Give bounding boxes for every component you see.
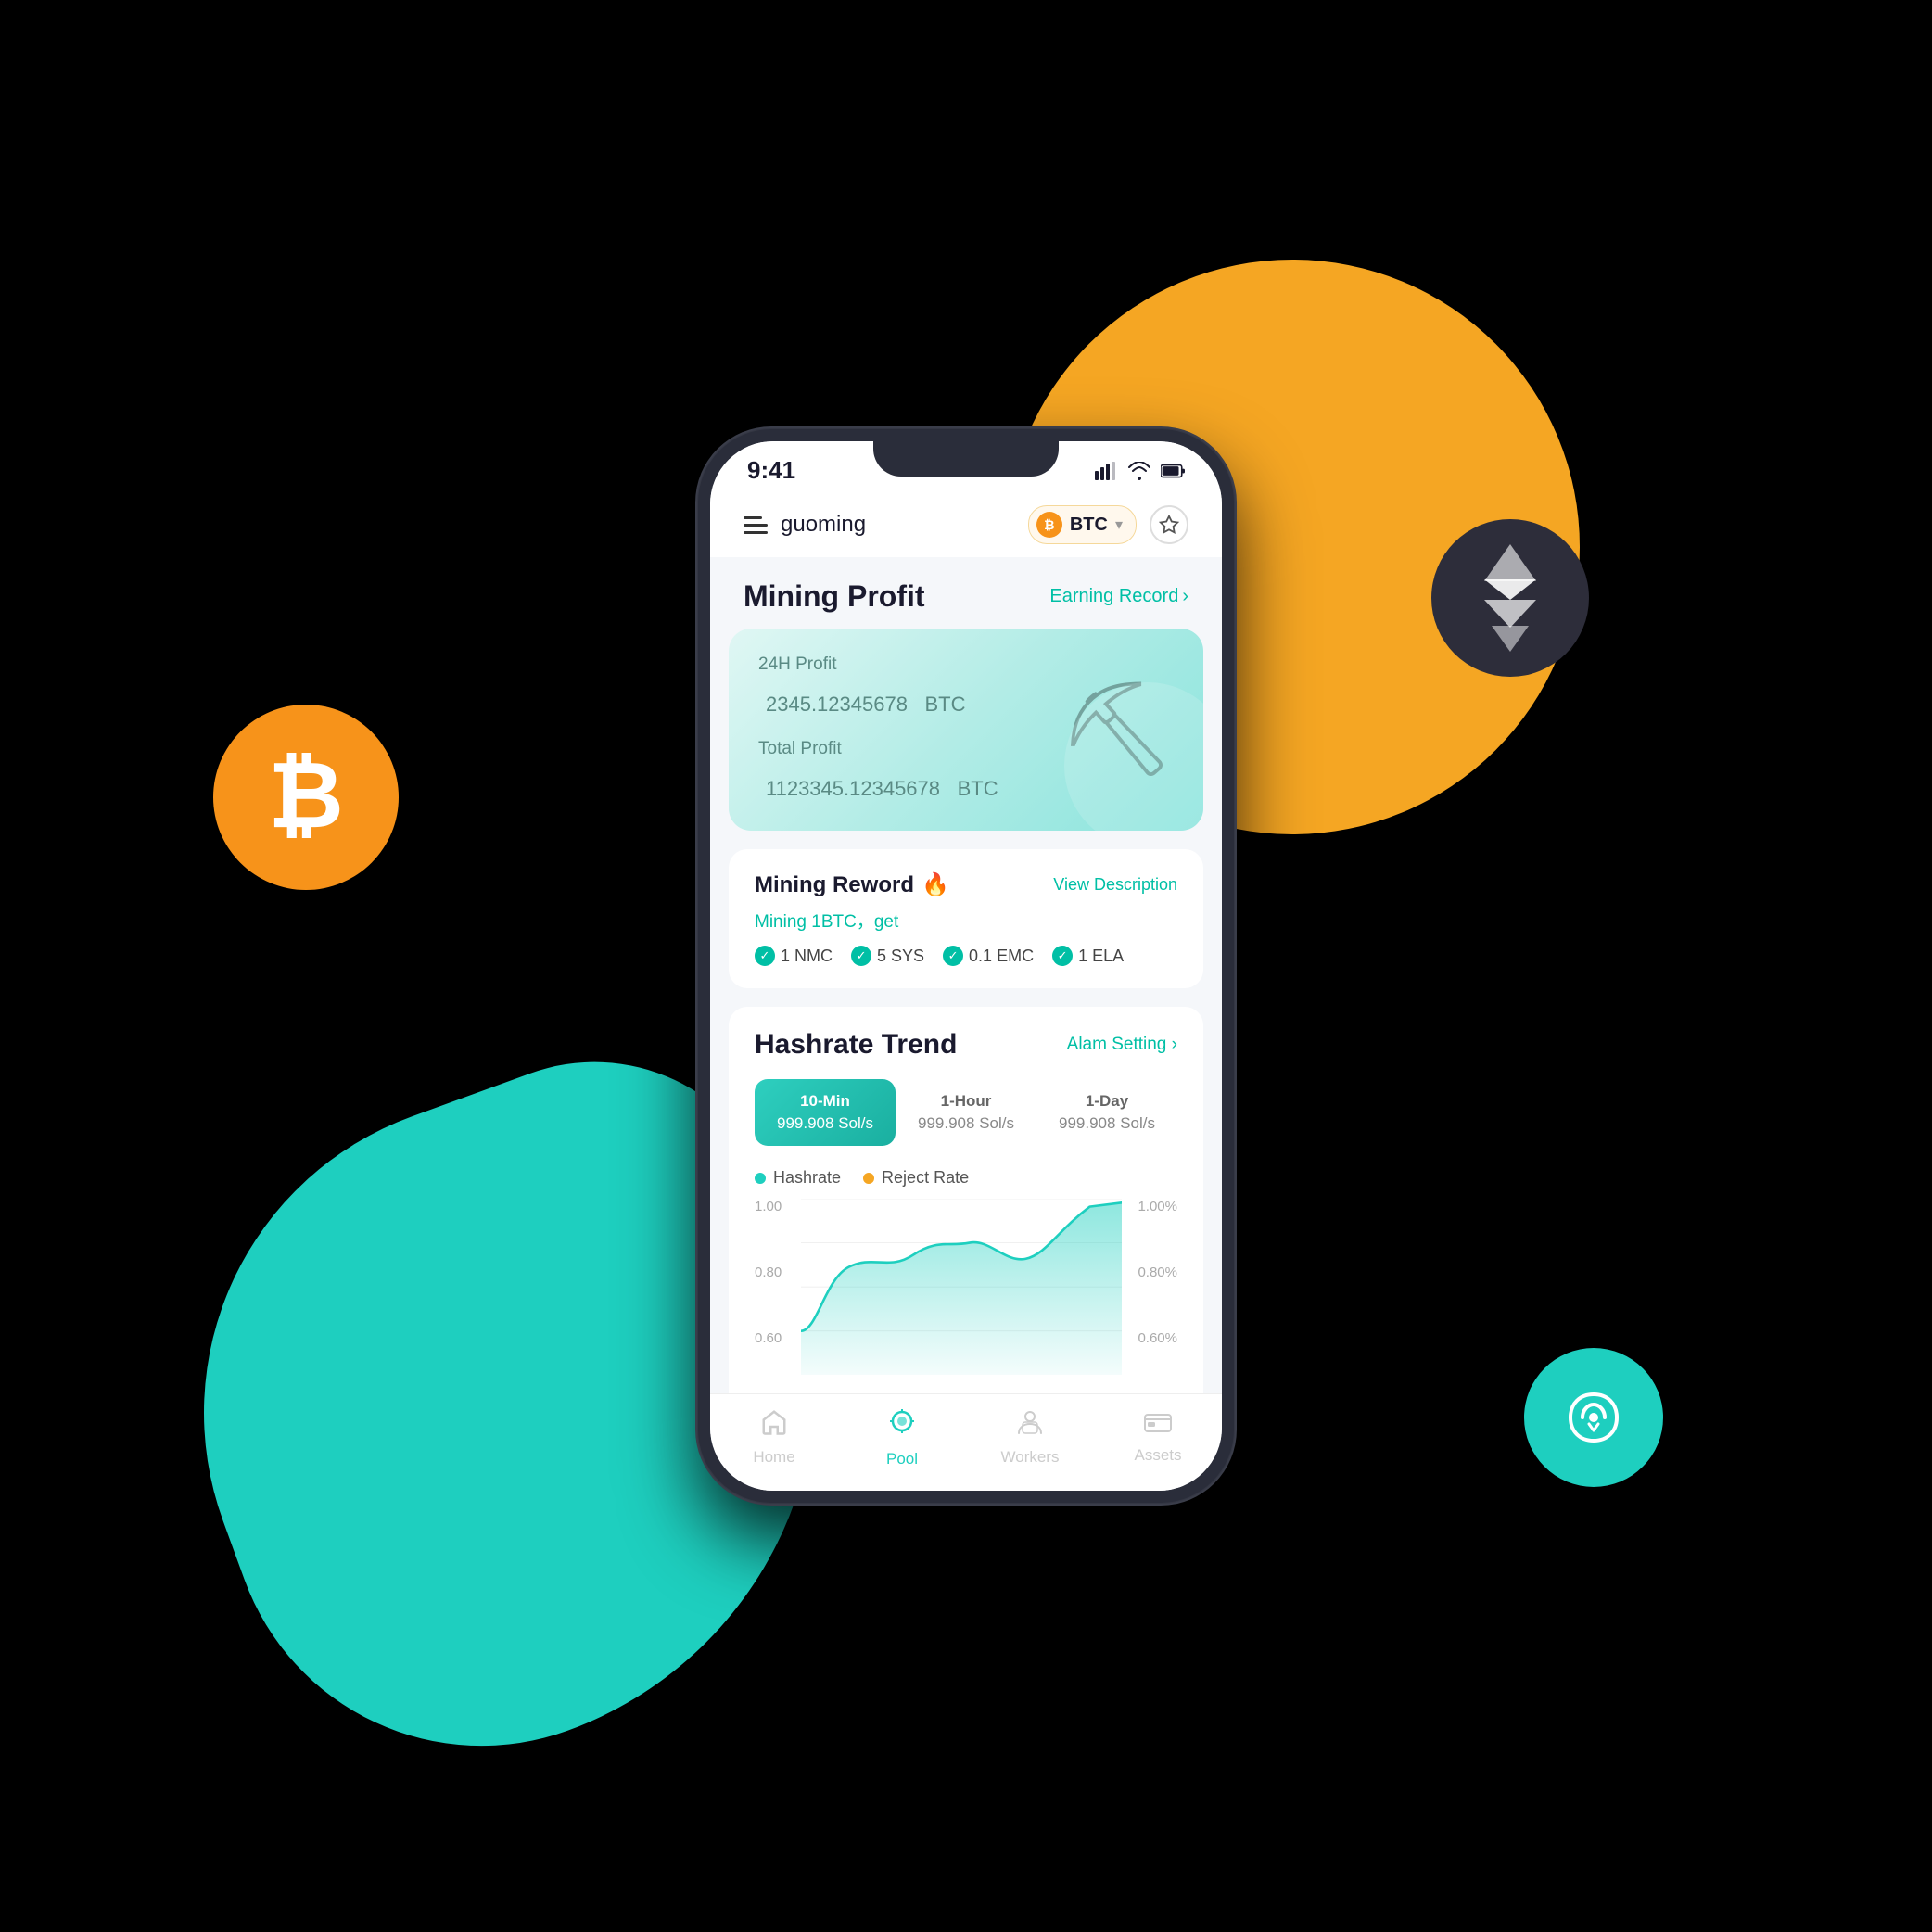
y-right-1: 1.00% [1138,1199,1177,1214]
check-icon-ela: ✓ [1052,946,1073,966]
timeframe-tabs: 10-Min 999.908 Sol/s 1-Hour 999.908 Sol/… [755,1079,1177,1146]
reward-subtitle: Mining 1BTC，get [755,908,1177,933]
reward-item-label: 0.1 EMC [969,947,1034,966]
tab-10min[interactable]: 10-Min 999.908 Sol/s [755,1079,896,1146]
y-axis-left: 1.00 0.80 0.60 0.40 [755,1199,782,1393]
wifi-icon [1127,462,1151,480]
nav-home[interactable]: Home [710,1409,838,1468]
status-time: 9:41 [747,456,795,485]
chart-legend: Hashrate Reject Rate [755,1168,1177,1188]
bitcoin-icon: ₿ [213,705,399,890]
tab-1day-label: 1-Day [1046,1092,1168,1111]
settings-button[interactable] [1150,505,1188,544]
reward-item-emc: ✓ 0.1 EMC [943,946,1034,966]
btc-badge-icon: ₿ [1036,512,1062,538]
pool-label: Pool [886,1450,918,1468]
bottom-nav: Home Pool [710,1393,1222,1491]
y-left-1: 1.00 [755,1199,782,1214]
y-right-08: 0.80% [1138,1265,1177,1280]
tab-1hour-value: 999.908 Sol/s [905,1114,1027,1133]
mining-profit-title: Mining Profit [744,579,925,614]
status-icons [1094,462,1185,480]
total-profit-label: Total Profit [758,739,1174,759]
reward-title: Mining Reword 🔥 [755,871,949,898]
reward-items: ✓ 1 NMC ✓ 5 SYS ✓ 0.1 EMC ✓ [755,946,1177,966]
reject-rate-legend-label: Reject Rate [882,1168,969,1188]
home-icon [760,1409,788,1443]
legend-hashrate: Hashrate [755,1168,841,1188]
y-left-08: 0.80 [755,1265,782,1280]
reward-item-ela: ✓ 1 ELA [1052,946,1124,966]
fire-emoji: 🔥 [922,871,949,898]
hashrate-chart-svg [801,1199,1122,1375]
profit-card: 24H Profit 2345.12345678 BTC Total Profi… [729,629,1203,831]
phone-screen: 9:41 [710,441,1222,1491]
reward-item-nmc: ✓ 1 NMC [755,946,833,966]
hashrate-legend-dot [755,1173,766,1184]
workers-icon [1015,1409,1045,1443]
battery-icon [1161,462,1185,480]
tab-10min-value: 999.908 Sol/s [764,1114,886,1133]
pool-icon [886,1409,918,1444]
currency-label: BTC [1070,515,1108,536]
tab-10min-label: 10-Min [764,1092,886,1111]
tab-1hour[interactable]: 1-Hour 999.908 Sol/s [896,1079,1036,1146]
hashrate-legend-label: Hashrate [773,1168,841,1188]
nav-assets[interactable]: Assets [1094,1409,1222,1468]
check-icon-sys: ✓ [851,946,871,966]
mining-profit-header: Mining Profit Earning Record › [710,557,1222,629]
legend-reject-rate: Reject Rate [863,1168,969,1188]
tab-1day-value: 999.908 Sol/s [1046,1114,1168,1133]
view-description-link[interactable]: View Description [1053,875,1177,895]
total-profit-value: 1123345.12345678 BTC [758,765,1174,805]
hashrate-header: Hashrate Trend Alam Setting › [755,1029,1177,1061]
home-label: Home [753,1448,794,1467]
chevron-right-icon: › [1172,1035,1177,1054]
workers-label: Workers [1001,1448,1060,1467]
earning-record-link[interactable]: Earning Record › [1049,586,1188,607]
profit-24h-label: 24H Profit [758,655,1174,675]
hashrate-section: Hashrate Trend Alam Setting › 10-Min 999… [729,1007,1203,1393]
hashrate-title: Hashrate Trend [755,1029,957,1061]
nav-pool[interactable]: Pool [838,1409,966,1468]
header-right: ₿ BTC ▾ [1028,505,1188,544]
reward-item-label: 1 ELA [1078,947,1124,966]
tab-1hour-label: 1-Hour [905,1092,1027,1111]
reward-item-sys: ✓ 5 SYS [851,946,924,966]
phone-wrapper: 9:41 [697,428,1235,1504]
check-icon-nmc: ✓ [755,946,775,966]
reward-item-label: 1 NMC [781,947,833,966]
y-axis-right: 1.00% 0.80% 0.60% 0.40% [1138,1199,1177,1393]
profit-card-decoration: ⛏ [1058,676,1176,784]
menu-icon[interactable] [744,516,768,534]
header-left: guoming [744,512,866,538]
assets-icon [1143,1409,1173,1441]
ethereum-icon [1431,519,1589,677]
assets-label: Assets [1134,1446,1181,1465]
mining-reward-section: Mining Reword 🔥 View Description Mining … [729,849,1203,988]
alarm-setting-link[interactable]: Alam Setting › [1067,1035,1177,1055]
eth-diamond [1484,544,1536,652]
chevron-right-icon: › [1182,586,1188,607]
phone-shell: 9:41 [697,428,1235,1504]
nav-workers[interactable]: Workers [966,1409,1094,1468]
tab-1day[interactable]: 1-Day 999.908 Sol/s [1036,1079,1177,1146]
crypto-green-icon [1524,1348,1663,1487]
scroll-area[interactable]: Mining Profit Earning Record › 24H Profi… [710,557,1222,1393]
reward-item-label: 5 SYS [877,947,924,966]
y-right-06: 0.60% [1138,1330,1177,1346]
chevron-down-icon: ▾ [1115,515,1123,534]
signal-icon [1094,462,1118,480]
y-left-06: 0.60 [755,1330,782,1346]
btc-symbol: ₿ [268,749,344,842]
reward-header: Mining Reword 🔥 View Description [755,871,1177,898]
reject-rate-legend-dot [863,1173,874,1184]
username-label: guoming [781,512,866,538]
currency-selector[interactable]: ₿ BTC ▾ [1028,505,1137,544]
app-header: guoming ₿ BTC ▾ [710,492,1222,557]
check-icon-emc: ✓ [943,946,963,966]
phone-notch [873,441,1059,477]
chart-container: 1.00 0.80 0.60 0.40 1.00% 0.80% 0.60% 0.… [755,1199,1177,1393]
